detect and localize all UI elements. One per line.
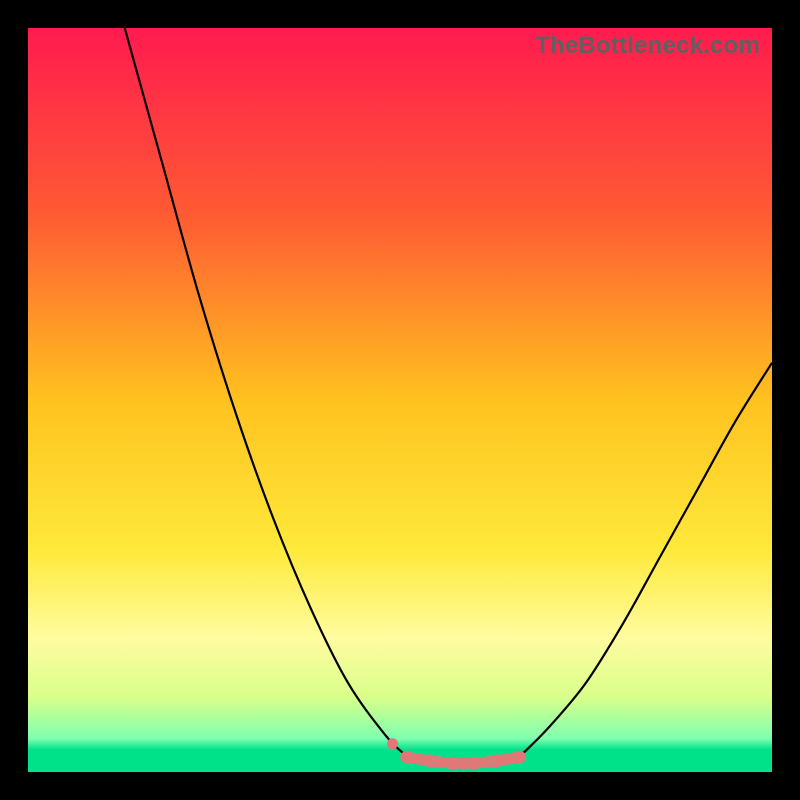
- marker-dot: [468, 757, 481, 770]
- marker-dot: [387, 738, 398, 749]
- marker-dot: [401, 751, 414, 764]
- marker-dot: [513, 751, 526, 764]
- watermark-text: TheBottleneck.com: [535, 32, 760, 60]
- chart-background-gradient: [28, 28, 772, 772]
- chart-frame: TheBottleneck.com: [28, 28, 772, 772]
- marker-dot: [446, 757, 459, 770]
- chart-svg: [28, 28, 772, 772]
- marker-dot: [490, 754, 503, 767]
- marker-dot: [423, 754, 436, 767]
